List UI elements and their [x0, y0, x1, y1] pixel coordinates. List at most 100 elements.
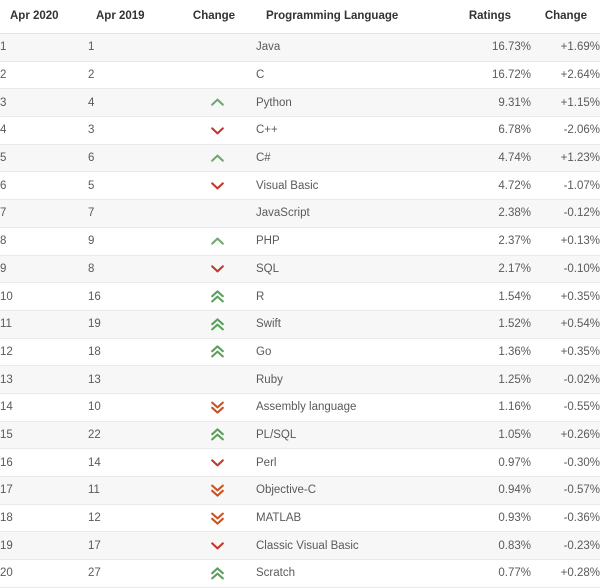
table-row[interactable]: 6 5 Visual Basic 4.72% -1.07% [0, 171, 600, 201]
chevron-double-down-icon [210, 512, 224, 525]
table-row[interactable]: 3 4 Python 9.31% +1.15% [0, 88, 600, 118]
cell-rank-2019: 18 [88, 338, 178, 367]
cell-rank-2019: 16 [88, 282, 178, 311]
cell-rank-2020: 3 [0, 88, 88, 118]
cell-change-percent: -0.55% [531, 393, 600, 422]
cell-rank-2019: 13 [88, 365, 178, 394]
chevron-up-icon [210, 154, 224, 163]
cell-rank-2019: 1 [88, 33, 178, 62]
cell-change-percent: +1.15% [531, 88, 600, 118]
cell-ratings: 6.78% [456, 116, 531, 145]
cell-change-percent: +0.54% [531, 310, 600, 339]
cell-rank-2019: 7 [88, 199, 178, 228]
cell-change-percent: -0.23% [531, 531, 600, 561]
chevron-double-up-icon [210, 318, 224, 331]
header-row: Apr 2020 Apr 2019 Change Programming Lan… [0, 0, 600, 34]
cell-rank-2019: 3 [88, 116, 178, 145]
cell-change-percent: -0.10% [531, 255, 600, 284]
cell-rank-2019: 27 [88, 559, 178, 588]
table-row[interactable]: 13 13 Ruby 1.25% -0.02% [0, 365, 600, 394]
cell-change-indicator [178, 531, 256, 561]
cell-programming-language: SQL [256, 255, 456, 284]
cell-rank-2020: 8 [0, 227, 88, 256]
cell-change-percent: +0.28% [531, 559, 600, 588]
table-row[interactable]: 17 11 Objective-C 0.94% -0.57% [0, 476, 600, 505]
column-header-rank-2019[interactable]: Apr 2019 [88, 0, 178, 34]
cell-change-indicator [178, 393, 256, 422]
table-row[interactable]: 18 12 MATLAB 0.93% -0.36% [0, 504, 600, 533]
cell-ratings: 1.05% [456, 421, 531, 450]
table-row[interactable]: 5 6 C# 4.74% +1.23% [0, 144, 600, 173]
table-row[interactable]: 1 1 Java 16.73% +1.69% [0, 33, 600, 62]
table-row[interactable]: 12 18 Go 1.36% +0.35% [0, 338, 600, 367]
chevron-down-icon [210, 264, 224, 273]
cell-rank-2019: 8 [88, 255, 178, 284]
cell-change-indicator [178, 255, 256, 284]
cell-rank-2020: 16 [0, 448, 88, 477]
table-row[interactable]: 8 9 PHP 2.37% +0.13% [0, 227, 600, 256]
table-row[interactable]: 20 27 Scratch 0.77% +0.28% [0, 559, 600, 588]
cell-rank-2020: 6 [0, 171, 88, 201]
chevron-double-up-icon [210, 345, 224, 358]
cell-change-percent: -1.07% [531, 171, 600, 201]
chevron-down-icon [210, 181, 224, 190]
cell-rank-2019: 2 [88, 61, 178, 90]
table-row[interactable]: 7 7 JavaScript 2.38% -0.12% [0, 199, 600, 228]
cell-rank-2019: 22 [88, 421, 178, 450]
cell-ratings: 2.38% [456, 199, 531, 228]
table-row[interactable]: 14 10 Assembly language 1.16% -0.55% [0, 393, 600, 422]
table-body: 1 1 Java 16.73% +1.69% 2 2 C 16.72% +2.64% 3 4 Pytho… [0, 33, 600, 588]
cell-change-percent: +0.26% [531, 421, 600, 450]
table-row[interactable]: 15 22 PL/SQL 1.05% +0.26% [0, 421, 600, 450]
column-header-change-percent[interactable]: Change [531, 0, 600, 34]
chevron-double-up-icon [210, 290, 224, 303]
cell-rank-2019: 12 [88, 504, 178, 533]
cell-rank-2020: 1 [0, 33, 88, 62]
cell-rank-2020: 7 [0, 199, 88, 228]
cell-rank-2019: 19 [88, 310, 178, 339]
cell-ratings: 16.72% [456, 61, 531, 90]
cell-rank-2020: 14 [0, 393, 88, 422]
cell-change-percent: -0.02% [531, 365, 600, 394]
chevron-down-icon [210, 541, 224, 550]
cell-rank-2020: 20 [0, 559, 88, 588]
cell-change-percent: -0.30% [531, 448, 600, 477]
cell-programming-language: Visual Basic [256, 171, 456, 201]
cell-ratings: 0.94% [456, 476, 531, 505]
cell-rank-2020: 11 [0, 310, 88, 339]
cell-change-indicator [178, 476, 256, 505]
column-header-programming-language[interactable]: Programming Language [256, 0, 456, 34]
column-header-rank-2020[interactable]: Apr 2020 [0, 0, 88, 34]
cell-programming-language: MATLAB [256, 504, 456, 533]
cell-change-percent: +0.13% [531, 227, 600, 256]
cell-ratings: 1.36% [456, 338, 531, 367]
table-row[interactable]: 9 8 SQL 2.17% -0.10% [0, 255, 600, 284]
cell-rank-2019: 17 [88, 531, 178, 561]
cell-change-indicator [178, 448, 256, 477]
cell-rank-2019: 10 [88, 393, 178, 422]
cell-change-indicator [178, 310, 256, 339]
cell-change-indicator [178, 338, 256, 367]
table-row[interactable]: 16 14 Perl 0.97% -0.30% [0, 448, 600, 477]
cell-change-percent: +1.69% [531, 33, 600, 62]
chevron-double-up-icon [210, 428, 224, 441]
cell-programming-language: C++ [256, 116, 456, 145]
cell-rank-2019: 4 [88, 88, 178, 118]
cell-ratings: 16.73% [456, 33, 531, 62]
cell-change-indicator [178, 116, 256, 145]
table-row[interactable]: 10 16 R 1.54% +0.35% [0, 282, 600, 311]
cell-ratings: 1.25% [456, 365, 531, 394]
table-row[interactable]: 11 19 Swift 1.52% +0.54% [0, 310, 600, 339]
column-header-ratings[interactable]: Ratings [456, 0, 531, 34]
cell-rank-2020: 17 [0, 476, 88, 505]
table-row[interactable]: 19 17 Classic Visual Basic 0.83% -0.23% [0, 531, 600, 561]
cell-ratings: 9.31% [456, 88, 531, 118]
cell-ratings: 1.16% [456, 393, 531, 422]
table-row[interactable]: 2 2 C 16.72% +2.64% [0, 61, 600, 90]
column-header-change-arrow[interactable]: Change [178, 0, 256, 34]
table-row[interactable]: 4 3 C++ 6.78% -2.06% [0, 116, 600, 145]
cell-rank-2020: 13 [0, 365, 88, 394]
cell-rank-2019: 14 [88, 448, 178, 477]
cell-programming-language: C [256, 61, 456, 90]
cell-change-percent: +2.64% [531, 61, 600, 90]
